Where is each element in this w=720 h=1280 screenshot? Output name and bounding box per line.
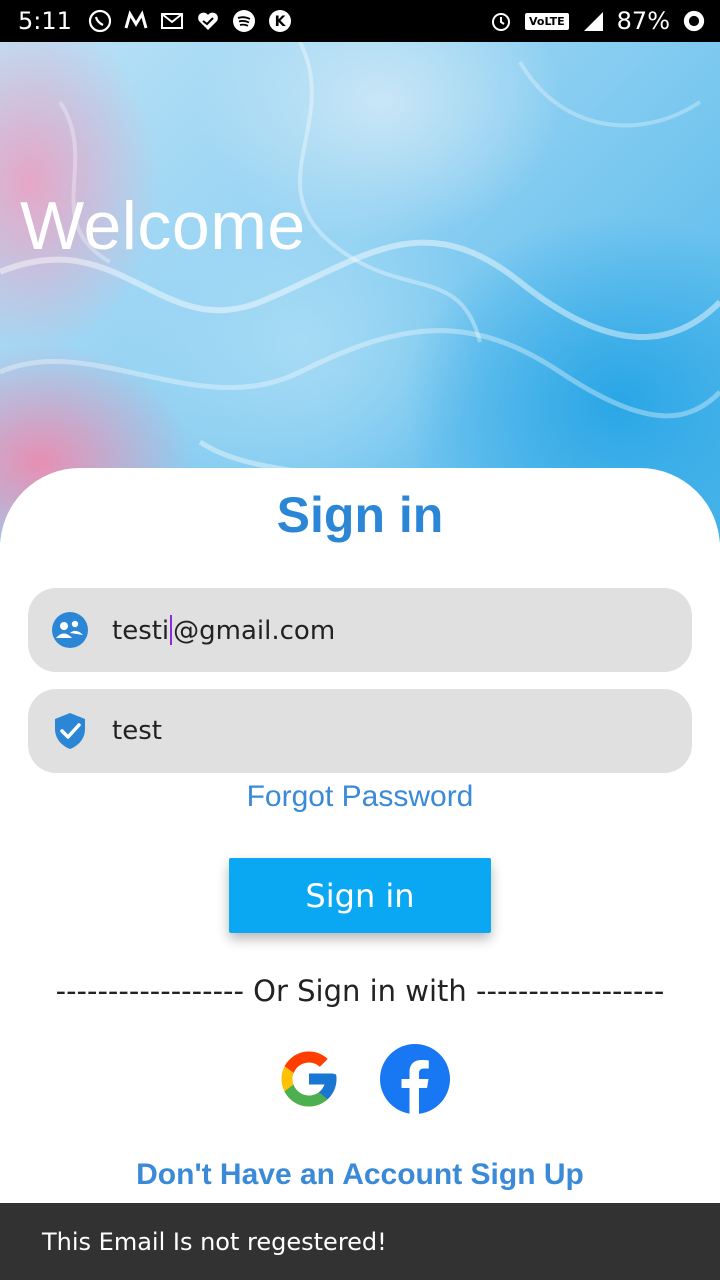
welcome-heading: Welcome — [20, 188, 306, 264]
sign-up-link[interactable]: Don't Have an Account Sign Up — [0, 1158, 720, 1192]
error-snackbar: This Email Is not regestered! — [0, 1203, 720, 1280]
status-time: 5:11 — [18, 7, 72, 35]
volte-badge: VoLTE — [524, 12, 569, 30]
social-sign-in — [274, 1044, 450, 1114]
notification-icons: K — [88, 9, 292, 33]
sign-in-title: Sign in — [276, 487, 444, 543]
email-field[interactable]: testi @gmail.com — [28, 588, 692, 672]
k-app-icon: K — [268, 9, 292, 33]
hero-background: Welcome — [0, 42, 720, 542]
email-value[interactable]: testi @gmail.com — [112, 614, 335, 646]
status-bar: 5:11 K VoLTE 87% — [0, 0, 720, 42]
password-field[interactable]: test — [28, 689, 692, 773]
gmail-icon — [160, 9, 184, 33]
signal-icon — [581, 9, 605, 33]
snackbar-message: This Email Is not regestered! — [42, 1227, 387, 1256]
battery-icon — [682, 9, 706, 33]
heart-app-icon — [196, 9, 220, 33]
alarm-icon — [489, 9, 513, 33]
password-value[interactable]: test — [112, 716, 162, 746]
svg-text:K: K — [274, 14, 286, 30]
spotify-icon — [232, 9, 256, 33]
whatsapp-icon — [88, 9, 112, 33]
text-caret — [170, 614, 173, 645]
sign-in-card: Sign in testi @gmail.com test Forgot Pass… — [0, 468, 720, 1280]
battery-percent: 87% — [616, 7, 670, 35]
or-sign-in-with-divider: ------------------ Or Sign in with -----… — [55, 974, 665, 1008]
account-icon — [50, 610, 90, 650]
system-icons: VoLTE 87% — [489, 7, 706, 35]
shield-check-icon — [50, 711, 90, 751]
marble-texture — [0, 42, 720, 514]
google-icon[interactable] — [274, 1044, 344, 1114]
forgot-password-link[interactable]: Forgot Password — [0, 780, 720, 814]
facebook-icon[interactable] — [380, 1044, 450, 1114]
m-app-icon — [124, 9, 148, 33]
sign-in-button[interactable]: Sign in — [229, 858, 491, 933]
